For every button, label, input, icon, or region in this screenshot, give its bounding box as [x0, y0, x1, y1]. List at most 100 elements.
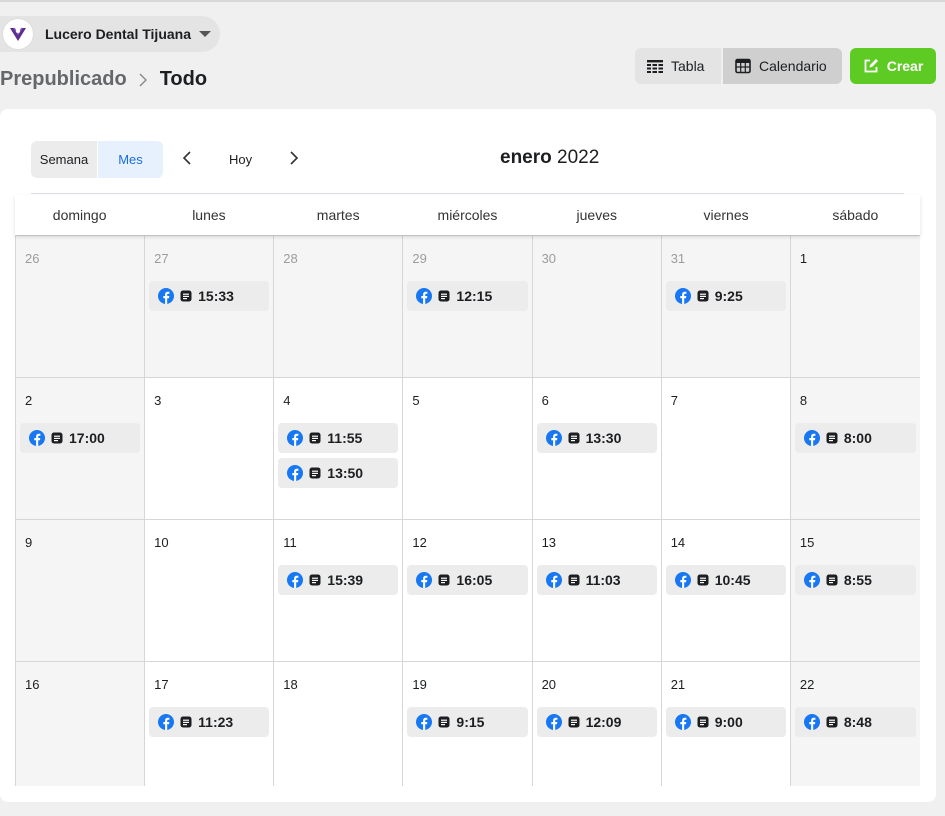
day-cell[interactable]: 2 17:00: [16, 377, 146, 519]
facebook-icon: [287, 465, 304, 481]
event-list: 10:45: [665, 565, 786, 595]
document-icon: [826, 716, 838, 728]
scheduled-post[interactable]: 11:03: [536, 565, 657, 595]
chevron-right-icon[interactable]: [284, 149, 302, 172]
day-cell[interactable]: 3: [145, 377, 275, 519]
day-cell[interactable]: 16: [16, 661, 146, 786]
day-cell[interactable]: 1: [790, 235, 920, 377]
day-cell[interactable]: 28: [274, 235, 404, 377]
day-cell[interactable]: 8 8:00: [790, 377, 920, 519]
day-number: 4: [283, 393, 291, 408]
day-cell[interactable]: 22 8:48: [790, 661, 920, 786]
day-number: 20: [541, 677, 557, 692]
event-list: 9:25: [665, 281, 786, 311]
weekday-label: miércoles: [437, 207, 498, 223]
month-grid: 26 27 15:33 28 29 12:15 30 31 9:25 1 2 17:00 3 4 11:55…: [15, 235, 920, 786]
table-view-label: Tabla: [671, 58, 705, 74]
day-cell[interactable]: 10: [145, 519, 275, 661]
day-cell[interactable]: 9: [16, 519, 146, 661]
day-cell[interactable]: 20 12:09: [532, 661, 662, 786]
document-icon: [438, 716, 450, 728]
day-cell[interactable]: 27 15:33: [145, 235, 275, 377]
calendar-icon: [735, 58, 751, 74]
scheduled-post[interactable]: 16:05: [407, 565, 528, 595]
scheduled-post[interactable]: 8:00: [794, 423, 916, 453]
day-cell[interactable]: 30: [532, 235, 662, 377]
day-number: 27: [154, 251, 169, 266]
post-time: 15:33: [198, 288, 234, 304]
post-time: 10:45: [714, 572, 751, 588]
day-cell[interactable]: 14 10:45: [661, 519, 791, 661]
table-icon: [647, 60, 663, 73]
scheduled-post[interactable]: 17:00: [20, 423, 141, 453]
scheduled-post[interactable]: 13:30: [536, 423, 657, 453]
day-cell[interactable]: 5: [403, 377, 533, 519]
breadcrumb-parent[interactable]: Prepublicado: [0, 68, 127, 91]
scheduled-post[interactable]: 13:50: [278, 458, 399, 488]
day-cell[interactable]: 26: [16, 235, 146, 377]
day-number: 28: [283, 251, 298, 266]
weekday-label: martes: [316, 207, 360, 223]
day-cell[interactable]: 19 9:15: [403, 661, 533, 786]
account-selector[interactable]: Lucero Dental Tijuana: [0, 16, 220, 52]
scheduled-post[interactable]: 15:39: [278, 565, 399, 595]
day-number: 12: [412, 535, 427, 550]
day-number: 10: [154, 535, 169, 550]
day-cell[interactable]: 12 16:05: [403, 519, 533, 661]
day-cell[interactable]: 18: [274, 661, 404, 786]
day-cell[interactable]: 17 11:23: [145, 661, 275, 786]
event-list: 16:05: [407, 565, 528, 595]
day-cell[interactable]: 15 8:55: [790, 519, 920, 661]
event-list: 11:55 13:50: [278, 423, 399, 488]
scheduled-post[interactable]: 8:55: [794, 565, 916, 595]
post-time: 8:55: [843, 572, 872, 588]
today-button[interactable]: Hoy: [229, 152, 252, 167]
scheduled-post[interactable]: 12:09: [536, 707, 657, 737]
create-button[interactable]: Crear: [850, 48, 936, 84]
day-number: 15: [799, 535, 815, 550]
scheduled-post[interactable]: 11:23: [149, 707, 270, 737]
create-label: Crear: [886, 58, 924, 74]
post-time: 17:00: [69, 430, 105, 446]
scheduled-post[interactable]: 9:00: [665, 707, 786, 737]
weekday-label: jueves: [576, 207, 617, 223]
table-view-button[interactable]: Tabla: [635, 48, 721, 84]
scheduled-post[interactable]: 10:45: [665, 565, 786, 595]
document-icon: [309, 432, 321, 444]
scheduled-post[interactable]: 15:33: [149, 281, 270, 311]
document-icon: [697, 290, 709, 302]
month-toggle[interactable]: Mes: [98, 141, 163, 178]
day-cell[interactable]: 7: [661, 377, 791, 519]
day-cell[interactable]: 13 11:03: [532, 519, 662, 661]
day-number: 13: [541, 535, 557, 550]
day-cell[interactable]: 21 9:00: [661, 661, 791, 786]
day-cell[interactable]: 31 9:25: [661, 235, 791, 377]
post-time: 15:39: [327, 572, 364, 588]
scheduled-post[interactable]: 9:25: [665, 281, 786, 311]
day-cell[interactable]: 6 13:30: [532, 377, 662, 519]
scheduled-post[interactable]: 12:15: [407, 281, 528, 311]
day-number: 1: [799, 251, 808, 266]
day-number: 17: [154, 677, 169, 692]
top-divider: [0, 0, 945, 2]
chevron-left-icon[interactable]: [179, 149, 197, 172]
day-cell[interactable]: 11 15:39: [274, 519, 404, 661]
week-toggle[interactable]: Semana: [31, 141, 97, 178]
document-icon: [51, 432, 63, 444]
breadcrumb-current: Todo: [159, 68, 208, 90]
day-cell[interactable]: 4 11:55 13:50: [274, 377, 404, 519]
event-list: 8:48: [794, 707, 916, 737]
event-list: 9:00: [665, 707, 786, 737]
scheduled-post[interactable]: 9:15: [407, 707, 528, 737]
post-time: 8:00: [843, 430, 872, 446]
scheduled-post[interactable]: 11:55: [278, 423, 399, 453]
post-time: 13:30: [585, 430, 622, 446]
calendar-view-label: Calendario: [759, 58, 827, 74]
calendar-view-button[interactable]: Calendario: [723, 48, 842, 84]
calendar-year: 2022: [557, 147, 600, 168]
scheduled-post[interactable]: 8:48: [794, 707, 916, 737]
facebook-icon: [287, 572, 304, 588]
document-icon: [309, 467, 321, 479]
day-cell[interactable]: 29 12:15: [403, 235, 533, 377]
facebook-icon: [674, 572, 691, 588]
